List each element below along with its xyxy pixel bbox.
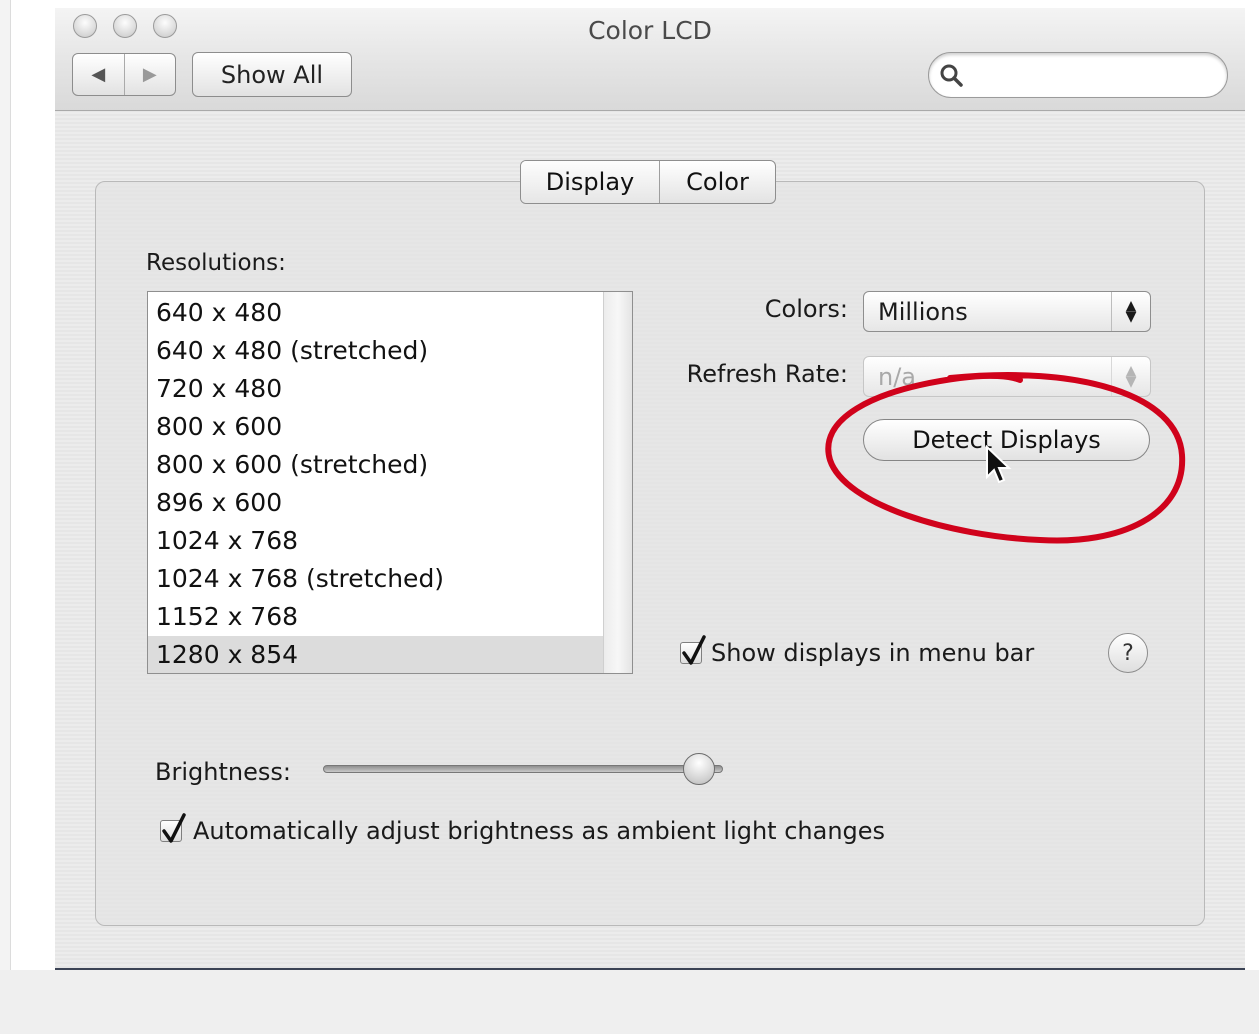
search-field[interactable] [928,52,1228,98]
brightness-slider-track[interactable] [323,765,723,773]
resolution-item[interactable]: 640 x 480 [148,294,603,332]
show-all-button[interactable]: Show All [192,52,352,97]
bottom-background [0,970,1259,1034]
popup-arrows-icon: ▲ ▼ [1111,357,1150,396]
show-displays-checkbox[interactable] [680,635,706,665]
resolutions-label: Resolutions: [146,250,286,276]
auto-brightness-checkbox[interactable] [160,813,186,843]
help-button[interactable]: ? [1108,633,1148,673]
window-toolbar: Color LCD ◀ ▶ Show All [55,8,1245,111]
preferences-window: Color LCD ◀ ▶ Show All Display Color Res… [55,8,1245,970]
search-icon [940,64,963,87]
refresh-rate-popup: n/a ▲ ▼ [863,356,1151,397]
colors-popup[interactable]: Millions ▲ ▼ [863,291,1151,332]
colors-value: Millions [878,297,968,326]
show-displays-label[interactable]: Show displays in menu bar [711,639,1034,667]
window-title: Color LCD [588,16,712,45]
tab-bar: Display Color [520,160,776,204]
back-arrow-icon: ◀ [91,64,106,85]
mouse-pointer-icon [986,445,1012,484]
brightness-slider-thumb[interactable] [683,753,715,785]
forward-button[interactable]: ▶ [125,54,176,95]
resolution-item[interactable]: 896 x 600 [148,484,603,522]
forward-arrow-icon: ▶ [142,64,157,85]
colors-label: Colors: [764,295,848,323]
resolutions-list[interactable]: 640 x 480 640 x 480 (stretched) 720 x 48… [147,291,633,674]
background-window-edge [0,0,11,970]
resolution-item-selected[interactable]: 1280 x 854 [148,636,603,673]
checkmark-icon [162,813,186,843]
resolution-item[interactable]: 720 x 480 [148,370,603,408]
resolution-item[interactable]: 1024 x 768 [148,522,603,560]
auto-brightness-label[interactable]: Automatically adjust brightness as ambie… [193,817,885,845]
brightness-label: Brightness: [155,758,291,786]
resolution-item[interactable]: 640 x 480 (stretched) [148,332,603,370]
popup-arrows-icon: ▲ ▼ [1111,292,1150,331]
refresh-rate-value: n/a [878,362,917,391]
tab-color[interactable]: Color [660,161,775,203]
resolution-item[interactable]: 800 x 600 [148,408,603,446]
tab-display[interactable]: Display [521,161,660,203]
resolution-item[interactable]: 1024 x 768 (stretched) [148,560,603,598]
back-button[interactable]: ◀ [73,54,125,95]
back-forward-control: ◀ ▶ [72,53,176,96]
refresh-rate-label: Refresh Rate: [686,360,848,388]
list-scrollbar[interactable] [603,292,632,673]
resolution-item[interactable]: 800 x 600 (stretched) [148,446,603,484]
checkmark-icon [682,635,706,665]
resolution-item[interactable]: 1152 x 768 [148,598,603,636]
